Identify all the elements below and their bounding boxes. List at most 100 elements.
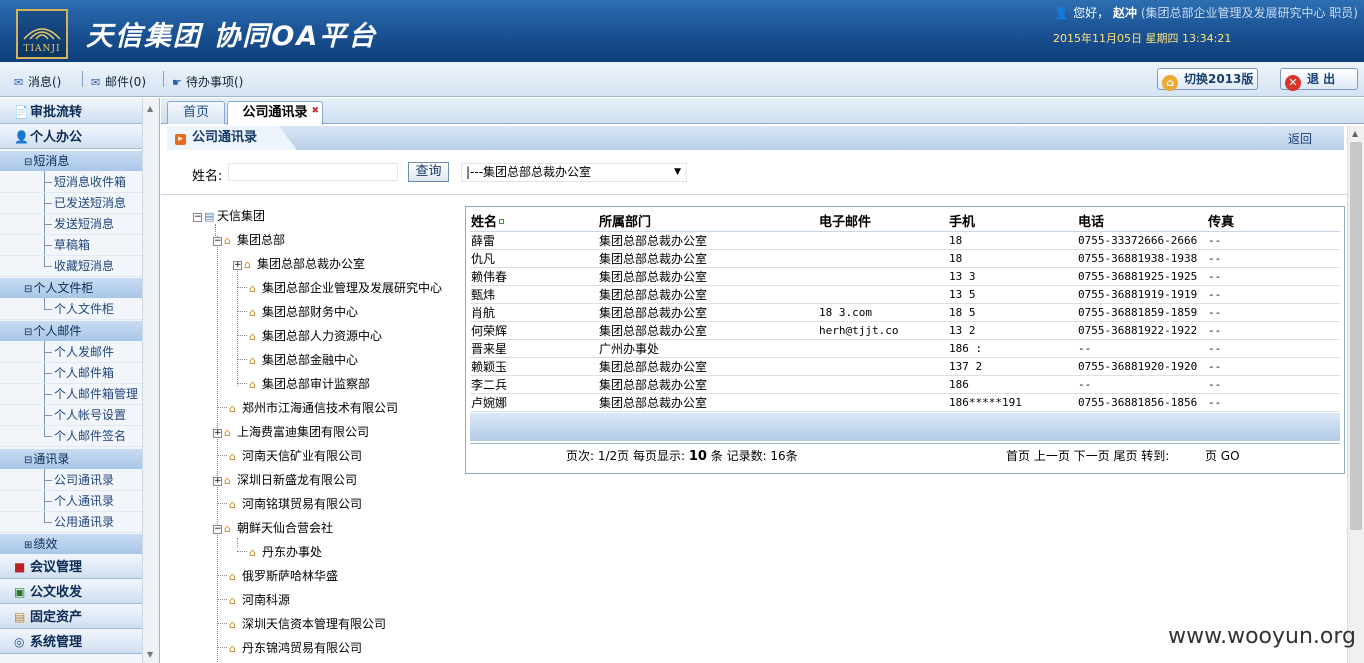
switch-version-button[interactable]: ⌂ 切换2013版: [1157, 68, 1258, 91]
tree-node-financial-center[interactable]: ⌂ 集团总部金融中心: [237, 350, 358, 370]
tree-node-company[interactable]: ⌂ 郑州市江海通信技术有限公司: [217, 398, 398, 418]
cell-fax: --: [1207, 231, 1340, 250]
sidebar-item-sms-send[interactable]: 发送短消息: [0, 214, 143, 235]
table-row[interactable]: 肖航 集团总部总裁办公室 18 3.com 18 5 0755-36881859-185…: [470, 303, 1340, 322]
cell-dept: 集团总部总裁办公室: [598, 393, 818, 412]
menu-meetings[interactable]: ■ 会议管理: [0, 555, 143, 579]
todo-link[interactable]: ☛ 待办事项(): [172, 73, 243, 90]
table-row[interactable]: 卢婉娜 集团总部总裁办公室 186*****191 0755-36881856-185…: [470, 393, 1340, 412]
sidebar-item-label: 个人发邮件: [54, 345, 115, 359]
tree-node-company[interactable]: ⌂ 河南科源: [217, 590, 290, 610]
greeting: 您好，: [1073, 6, 1110, 20]
tree-node-audit[interactable]: ⌂ 集团总部审计监察部: [237, 374, 370, 394]
tree-node-mgmt-research[interactable]: ⌂ 集团总部企业管理及发展研究中心: [237, 278, 442, 298]
sidebar-item-company-contacts[interactable]: 公司通讯录: [0, 470, 143, 491]
sidebar-item-public-contacts[interactable]: 公用通讯录: [0, 512, 143, 533]
go-page-button[interactable]: 页 GO: [1205, 449, 1240, 463]
sidebar-item-mail-signature[interactable]: 个人邮件签名: [0, 426, 143, 447]
menu-fixed-assets[interactable]: ▤ 固定资产: [0, 605, 143, 629]
group-label: 个人邮件: [33, 324, 82, 338]
menu-label: 会议管理: [30, 560, 83, 575]
mail-link[interactable]: ✉ 邮件(0): [91, 73, 146, 90]
tab-company-contacts[interactable]: 公司通讯录 ✖: [227, 101, 323, 125]
tree-node-finance[interactable]: ⌂ 集团总部财务中心: [237, 302, 358, 322]
logo-text: TIANJI: [23, 44, 61, 54]
cell-phone: 0755-36881859-1859: [1077, 303, 1207, 322]
tree-node-company[interactable]: ⌂ 河南天信矿业有限公司: [217, 446, 362, 466]
pagination-links[interactable]: 首页 上一页 下一页 尾页 转到:: [1006, 449, 1169, 463]
scroll-down-icon[interactable]: ▼: [147, 650, 153, 659]
name-search-input[interactable]: [228, 163, 398, 181]
tree-node-company[interactable]: ⌂ 河南铭琪贸易有限公司: [217, 494, 362, 514]
tree-node-company[interactable]: + ⌂ 深圳日新盛龙有限公司: [213, 470, 357, 490]
sidebar-item-personal-contacts[interactable]: 个人通讯录: [0, 491, 143, 512]
group-personal-mail[interactable]: ⊟个人邮件: [0, 321, 143, 341]
scroll-up-icon[interactable]: ▲: [147, 104, 153, 113]
tree-node-company[interactable]: ⌂ 俄罗斯萨哈林华盛: [217, 566, 338, 586]
house-icon: ⌂: [249, 546, 256, 559]
sidebar-item-mailbox[interactable]: 个人邮件箱: [0, 363, 143, 384]
table-row[interactable]: 赖伟春 集团总部总裁办公室 13 3 0755-36881925-1925 --: [470, 267, 1340, 286]
group-contacts[interactable]: ⊟通讯录: [0, 449, 143, 469]
sidebar-item-sms-drafts[interactable]: 草稿箱: [0, 235, 143, 256]
tree-node-company[interactable]: − ⌂ 朝鲜天仙合营会社: [213, 518, 333, 538]
department-select[interactable]: |---集团总部总裁办公室 ▼: [461, 163, 687, 182]
back-link[interactable]: 返回: [1288, 130, 1312, 147]
table-row[interactable]: 晋来星 广州办事处 186 : -- --: [470, 339, 1340, 358]
column-header-name[interactable]: 姓名: [470, 211, 598, 232]
logout-button[interactable]: ✕ 退 出: [1280, 68, 1358, 91]
tree-node-root[interactable]: − ▤ 天信集团: [193, 206, 265, 226]
sidebar-scrollbar[interactable]: ▲ ▼: [142, 98, 159, 663]
cell-fax: --: [1207, 375, 1340, 394]
collapse-icon: ⊟: [24, 157, 33, 168]
cell-name: 甄炜: [470, 285, 598, 304]
table-row[interactable]: 赖颖玉 集团总部总裁办公室 137 2 0755-36881920-1920 --: [470, 357, 1340, 376]
sidebar-item-send-mail[interactable]: 个人发邮件: [0, 342, 143, 363]
collapse-icon: −: [213, 236, 222, 246]
main-scrollbar[interactable]: ▲: [1347, 126, 1364, 663]
sidebar-item-sms-inbox[interactable]: 短消息收件箱: [0, 172, 143, 193]
tree-node-company[interactable]: ⌂ 丹东锦鸿贸易有限公司: [217, 638, 362, 658]
scroll-thumb[interactable]: [1350, 142, 1362, 530]
tree-node-label: 丹东锦鸿贸易有限公司: [242, 641, 363, 655]
sidebar-item-file-cabinet[interactable]: 个人文件柜: [0, 299, 143, 320]
menu-personal-office[interactable]: 👤个人办公: [0, 125, 143, 149]
group-sms[interactable]: ⊟短消息: [0, 151, 143, 171]
table-row[interactable]: 甄炜 集团总部总裁办公室 13 5 0755-36881919-1919 --: [470, 285, 1340, 304]
sidebar-item-sms-favorites[interactable]: 收藏短消息: [0, 256, 143, 277]
table-row[interactable]: 何荣辉 集团总部总裁办公室 herh@tjjt.co 13 2 0755-3688192…: [470, 321, 1340, 340]
table-row[interactable]: 李二兵 集团总部总裁办公室 186 -- --: [470, 375, 1340, 394]
sidebar-item-label: 个人邮件箱: [54, 366, 115, 380]
menu-documents[interactable]: ▣ 公文收发: [0, 580, 143, 604]
group-performance[interactable]: ⊞绩效: [0, 534, 143, 554]
sort-icon[interactable]: [499, 219, 505, 225]
tree-node-hr[interactable]: ⌂ 集团总部人力资源中心: [237, 326, 382, 346]
messages-link[interactable]: ✉ 消息(): [14, 73, 61, 90]
tree-node-hq[interactable]: − ⌂ 集团总部: [213, 230, 285, 250]
column-header-fax: 传真: [1207, 211, 1340, 232]
group-file-cabinet[interactable]: ⊟个人文件柜: [0, 278, 143, 298]
tree-node-dandong-office[interactable]: ⌂ 丹东办事处: [237, 542, 322, 562]
tree-node-label: 郑州市江海通信技术有限公司: [242, 401, 399, 415]
query-button[interactable]: 查询: [408, 162, 449, 182]
tree-node-president-office[interactable]: + ⌂ 集团总部总裁办公室: [233, 254, 365, 274]
sidebar-item-mailbox-manage[interactable]: 个人邮件箱管理: [0, 384, 143, 405]
menu-system-admin[interactable]: ◎ 系统管理: [0, 630, 143, 654]
scroll-up-icon[interactable]: ▲: [1352, 129, 1358, 138]
table-row[interactable]: 薛雷 集团总部总裁办公室 18 0755-33372666-2666 --: [470, 231, 1340, 250]
tree-node-company[interactable]: + ⌂ 上海费富迪集团有限公司: [213, 422, 369, 442]
house-icon: ⌂: [249, 354, 256, 367]
house-icon: ⌂: [224, 522, 231, 535]
close-tab-icon[interactable]: ✖: [311, 100, 319, 122]
cell-phone: 0755-36881922-1922: [1077, 321, 1207, 340]
pagination-controls[interactable]: 首页 上一页 下一页 尾页 转到: 页 GO: [1006, 444, 1240, 468]
tab-home[interactable]: 首页: [167, 101, 225, 124]
column-header-phone: 电话: [1077, 211, 1207, 232]
tree-node-company[interactable]: ⌂ 深圳天信资本管理有限公司: [217, 614, 386, 634]
tree-node-label: 丹东办事处: [262, 545, 323, 559]
toolbar-divider: [82, 71, 83, 87]
sidebar-item-account-settings[interactable]: 个人帐号设置: [0, 405, 143, 426]
sidebar-item-sms-sent[interactable]: 已发送短消息: [0, 193, 143, 214]
menu-approval[interactable]: 📄审批流转: [0, 100, 143, 124]
table-row[interactable]: 仇凡 集团总部总裁办公室 18 0755-36881938-1938 --: [470, 249, 1340, 268]
